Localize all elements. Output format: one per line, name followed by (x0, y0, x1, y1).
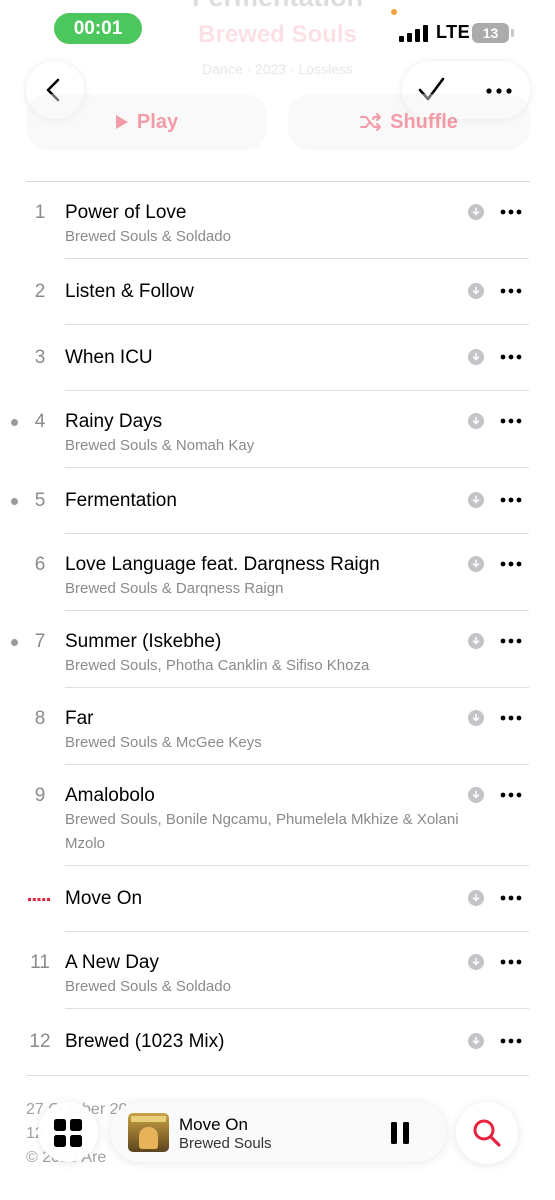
download-icon[interactable] (468, 633, 484, 649)
mini-player[interactable]: Move On Brewed Souls (110, 1102, 446, 1162)
pause-icon[interactable] (390, 1121, 410, 1145)
row-divider (26, 1075, 529, 1076)
play-label: Play (136, 110, 179, 133)
track-artist: Brewed Souls & Soldado (65, 978, 231, 995)
track-list: 1 Power of Love Brewed Souls & Soldado 2… (0, 182, 555, 1076)
track-title: Amalobolo (65, 785, 155, 806)
played-indicator-dot (11, 639, 18, 646)
track-artist: Brewed Souls, Bonile Ngcamu, Phumelela M… (65, 811, 459, 852)
track-row[interactable]: 9 Amalobolo Brewed Souls, Bonile Ngcamu,… (0, 765, 555, 866)
track-row[interactable]: 4 Rainy Days Brewed Souls & Nomah Kay (0, 391, 555, 468)
play-icon (115, 115, 128, 129)
now-playing-title: Move On (179, 1115, 248, 1134)
download-icon[interactable] (468, 413, 484, 429)
network-type: LTE (436, 22, 471, 42)
download-icon[interactable] (468, 283, 484, 299)
status-time: 00:01 (54, 13, 142, 44)
track-title: Fermentation (65, 490, 177, 511)
download-icon[interactable] (468, 890, 484, 906)
ellipsis-icon[interactable] (500, 895, 522, 901)
download-icon[interactable] (468, 954, 484, 970)
track-number: 1 (34, 202, 46, 223)
track-row[interactable]: 7 Summer (Iskebhe) Brewed Souls, Photha … (0, 611, 555, 688)
track-title: Rainy Days (65, 411, 163, 432)
track-number: 8 (34, 708, 46, 729)
download-icon[interactable] (468, 349, 484, 365)
ellipsis-icon[interactable] (500, 497, 522, 503)
ellipsis-icon[interactable] (500, 418, 522, 424)
ellipsis-icon[interactable] (500, 1038, 522, 1044)
track-number: 2 (34, 281, 46, 302)
now-playing-artist: Brewed Souls (179, 1135, 272, 1152)
played-indicator-dot (11, 498, 18, 505)
ellipsis-icon[interactable] (500, 561, 522, 567)
track-artist: Brewed Souls & Darqness Raign (65, 580, 284, 597)
track-title: Power of Love (65, 202, 187, 223)
track-number: 3 (34, 347, 46, 368)
track-title: A New Day (65, 952, 159, 973)
track-row[interactable]: 5 Fermentation (0, 468, 555, 534)
track-number: 5 (34, 490, 46, 511)
download-icon[interactable] (468, 787, 484, 803)
ellipsis-icon[interactable] (500, 288, 522, 294)
track-title: When ICU (65, 347, 153, 368)
ellipsis-icon[interactable] (500, 792, 522, 798)
track-row[interactable]: 3 When ICU (0, 325, 555, 391)
grid-icon (54, 1119, 82, 1147)
track-number: 11 (30, 952, 50, 973)
ellipsis-icon[interactable] (500, 715, 522, 721)
now-playing-icon (28, 898, 50, 901)
track-row[interactable]: 2 Listen & Follow (0, 259, 555, 325)
library-grid-button[interactable] (38, 1102, 98, 1162)
status-bar: 00:01 LTE 13 (0, 0, 555, 58)
track-row[interactable]: 1 Power of Love Brewed Souls & Soldado (0, 182, 555, 259)
track-row-now-playing[interactable]: Move On (0, 866, 555, 932)
battery-cap (511, 29, 514, 37)
track-title: Love Language feat. Darqness Raign (65, 554, 380, 575)
track-row[interactable]: 12 Brewed (1023 Mix) (0, 1009, 555, 1076)
search-icon (473, 1119, 501, 1147)
battery-level: 13 (472, 23, 509, 43)
album-artwork (128, 1113, 169, 1152)
battery-icon: 13 (472, 23, 509, 43)
track-number: 12 (29, 1031, 51, 1052)
track-title: Brewed (1023 Mix) (65, 1031, 225, 1052)
track-number: 6 (34, 554, 46, 575)
track-number: 7 (34, 631, 46, 652)
search-button[interactable] (456, 1102, 518, 1164)
ellipsis-icon[interactable] (500, 209, 522, 215)
track-row[interactable]: 6 Love Language feat. Darqness Raign Bre… (0, 534, 555, 611)
track-title: Move On (65, 888, 143, 909)
track-title: Summer (Iskebhe) (65, 631, 222, 652)
ellipsis-icon[interactable] (500, 354, 522, 360)
download-icon[interactable] (468, 492, 484, 508)
download-icon[interactable] (468, 556, 484, 572)
artwork-banner (131, 1116, 166, 1122)
shuffle-button[interactable]: Shuffle (288, 94, 530, 150)
track-row[interactable]: 11 A New Day Brewed Souls & Soldado (0, 932, 555, 1009)
artwork-figure (139, 1127, 158, 1149)
track-title: Far (65, 708, 94, 729)
cellular-signal-icon (399, 24, 429, 42)
track-title: Listen & Follow (65, 281, 194, 302)
track-artist: Brewed Souls & Soldado (65, 228, 231, 245)
track-artist: Brewed Souls & McGee Keys (65, 734, 262, 751)
privacy-indicator-dot (391, 9, 397, 15)
play-button[interactable]: Play (26, 94, 267, 150)
download-icon[interactable] (468, 204, 484, 220)
track-number: 4 (34, 411, 46, 432)
shuffle-label: Shuffle (390, 110, 458, 133)
track-row[interactable]: 8 Far Brewed Souls & McGee Keys (0, 688, 555, 765)
track-artist: Brewed Souls, Photha Canklin & Sifiso Kh… (65, 657, 370, 674)
played-indicator-dot (11, 419, 18, 426)
download-icon[interactable] (468, 1033, 484, 1049)
track-number: 9 (34, 785, 46, 806)
ellipsis-icon[interactable] (500, 638, 522, 644)
shuffle-icon (360, 113, 382, 131)
download-icon[interactable] (468, 710, 484, 726)
track-artist: Brewed Souls & Nomah Kay (65, 437, 255, 454)
ellipsis-icon[interactable] (500, 959, 522, 965)
